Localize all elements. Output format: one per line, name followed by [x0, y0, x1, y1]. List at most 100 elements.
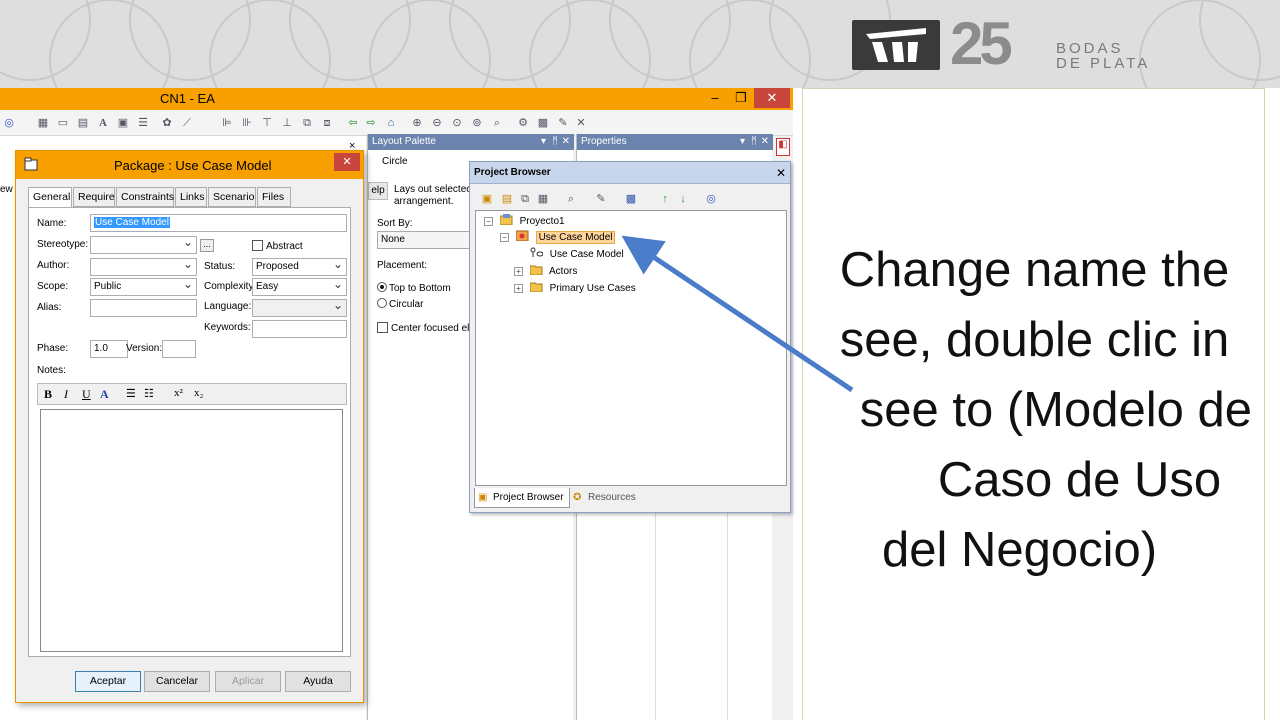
new-diagram-icon[interactable]: ⧉ — [518, 192, 532, 206]
properties-icon[interactable]: ▩ — [536, 116, 550, 130]
author-select[interactable] — [90, 258, 197, 276]
subscript-button[interactable]: x₂ — [194, 387, 203, 399]
new-element-icon[interactable]: ▦ — [536, 192, 550, 206]
alias-input[interactable] — [90, 299, 197, 317]
package-dialog-close-button[interactable]: ✕ — [334, 153, 360, 171]
scope-select[interactable]: Public — [90, 278, 197, 296]
tab-require[interactable]: Require — [73, 187, 115, 207]
diagram-icon[interactable]: ▦ — [36, 116, 50, 130]
bullet-list-button[interactable]: ☰ — [126, 387, 136, 400]
collapse-icon[interactable]: − — [500, 233, 509, 242]
list-icon[interactable]: ☰ — [136, 116, 150, 130]
maximize-button[interactable]: ❐ — [728, 88, 754, 108]
checkbox-center-focused[interactable] — [377, 322, 388, 333]
tree-item-actors[interactable]: + Actors — [514, 264, 577, 280]
expand-icon[interactable]: + — [514, 267, 523, 276]
note-icon[interactable]: ▤ — [76, 116, 90, 130]
brush-icon[interactable]: ✎ — [556, 116, 570, 130]
stereotype-browse-button[interactable]: ... — [200, 239, 214, 252]
keywords-input[interactable] — [252, 320, 347, 338]
pin-icon[interactable]: ᛗ — [751, 134, 757, 150]
stereotype-select[interactable] — [90, 236, 197, 254]
expand-icon[interactable]: + — [514, 284, 523, 293]
apply-button[interactable]: Aplicar — [215, 671, 281, 692]
forward-icon[interactable]: ⇨ — [364, 116, 378, 130]
line-icon[interactable]: ⟋ — [180, 116, 194, 130]
target-icon[interactable]: ◎ — [704, 192, 718, 206]
zoom-out-icon[interactable]: ⊖ — [430, 116, 444, 130]
tree-item-proyecto1[interactable]: − Proyecto1 — [484, 214, 565, 230]
panel-menu-icon[interactable]: ▾ — [541, 134, 546, 150]
notes-textarea[interactable] — [40, 409, 343, 652]
option-center-focused[interactable]: Center focused ele — [377, 322, 475, 334]
version-input[interactable] — [162, 340, 196, 358]
align-left-icon[interactable]: ⊫ — [220, 116, 234, 130]
cancel-button[interactable]: Cancelar — [144, 671, 210, 692]
abstract-option[interactable]: Abstract — [252, 240, 303, 252]
new-model-icon[interactable]: ▣ — [480, 192, 494, 206]
element-icon[interactable]: ▭ — [56, 116, 70, 130]
delete-icon[interactable]: ✕ — [574, 116, 588, 130]
code-icon[interactable]: ▩ — [624, 192, 638, 206]
network-icon[interactable]: ⚙ — [516, 116, 530, 130]
close-button[interactable]: ✕ — [754, 88, 790, 108]
status-select[interactable]: Proposed — [252, 258, 347, 276]
image-icon[interactable]: ▣ — [116, 116, 130, 130]
same-size-icon[interactable]: ⧉ — [300, 116, 314, 130]
layout-circle[interactable]: Circle — [382, 156, 408, 167]
sort-by-select[interactable]: None — [377, 231, 473, 249]
find-icon[interactable]: ⌕ — [564, 192, 578, 206]
align-top-icon[interactable]: ⊤ — [260, 116, 274, 130]
text-color-button[interactable]: A — [100, 387, 109, 402]
side-panel-icon[interactable]: ◧ — [776, 138, 790, 156]
phase-input[interactable]: 1.0 — [90, 340, 128, 358]
tab-project-browser[interactable]: ▣ Project Browser — [474, 488, 570, 508]
tree-item-primary-use-cases[interactable]: + Primary Use Cases — [514, 281, 636, 297]
italic-button[interactable]: I — [64, 387, 68, 402]
new-package-icon[interactable]: ▤ — [500, 192, 514, 206]
target-icon[interactable]: ◎ — [2, 116, 16, 130]
collapse-icon[interactable]: − — [484, 217, 493, 226]
panel-close-icon[interactable]: ✕ — [562, 134, 570, 150]
superscript-button[interactable]: x² — [174, 387, 183, 399]
document-icon[interactable]: ✎ — [594, 192, 608, 206]
panel-close-icon[interactable]: ✕ — [761, 134, 769, 150]
radio-circular[interactable] — [377, 298, 387, 308]
numbered-list-button[interactable]: ☷ — [144, 387, 154, 400]
align-center-icon[interactable]: ⊪ — [240, 116, 254, 130]
move-up-icon[interactable]: ↑ — [658, 192, 672, 206]
abstract-checkbox[interactable] — [252, 240, 263, 251]
minimize-button[interactable]: – — [702, 88, 728, 108]
tree-item-use-case-diagram[interactable]: Use Case Model — [530, 247, 624, 263]
arrange-icon[interactable]: ⧈ — [320, 116, 334, 130]
back-icon[interactable]: ⇦ — [346, 116, 360, 130]
radio-top-to-bottom[interactable] — [377, 282, 387, 292]
tab-resources[interactable]: ✪ Resources — [570, 488, 654, 508]
help-button[interactable]: elp — [368, 182, 388, 200]
zoom-100-icon[interactable]: ⊚ — [470, 116, 484, 130]
accept-button[interactable]: Aceptar — [75, 671, 141, 692]
move-down-icon[interactable]: ↓ — [676, 192, 690, 206]
tab-scenario[interactable]: Scenario — [208, 187, 256, 207]
tab-files[interactable]: Files — [257, 187, 291, 207]
complexity-select[interactable]: Easy — [252, 278, 347, 296]
text-icon[interactable]: A — [96, 116, 110, 130]
option-circular[interactable]: Circular — [377, 298, 423, 310]
zoom-search-icon[interactable]: ⌕ — [490, 116, 504, 130]
tab-general[interactable]: General — [28, 187, 72, 208]
home-icon[interactable]: ⌂ — [384, 116, 398, 130]
project-browser-close-icon[interactable]: ✕ — [776, 162, 786, 184]
tab-constraints[interactable]: Constraints — [116, 187, 174, 207]
underline-button[interactable]: U — [82, 387, 91, 402]
option-top-to-bottom[interactable]: Top to Bottom — [377, 282, 451, 294]
name-input[interactable]: Use Case Model — [90, 214, 347, 232]
tab-links[interactable]: Links — [175, 187, 207, 207]
zoom-fit-icon[interactable]: ⊙ — [450, 116, 464, 130]
bold-button[interactable]: B — [44, 387, 52, 402]
palette-icon[interactable]: ✿ — [160, 116, 174, 130]
pin-icon[interactable]: ᛗ — [552, 134, 558, 150]
tree-item-use-case-model-package[interactable]: − Use Case Model — [500, 230, 616, 246]
language-select[interactable] — [252, 299, 347, 317]
help-button[interactable]: Ayuda — [285, 671, 351, 692]
panel-menu-icon[interactable]: ▾ — [740, 134, 745, 150]
